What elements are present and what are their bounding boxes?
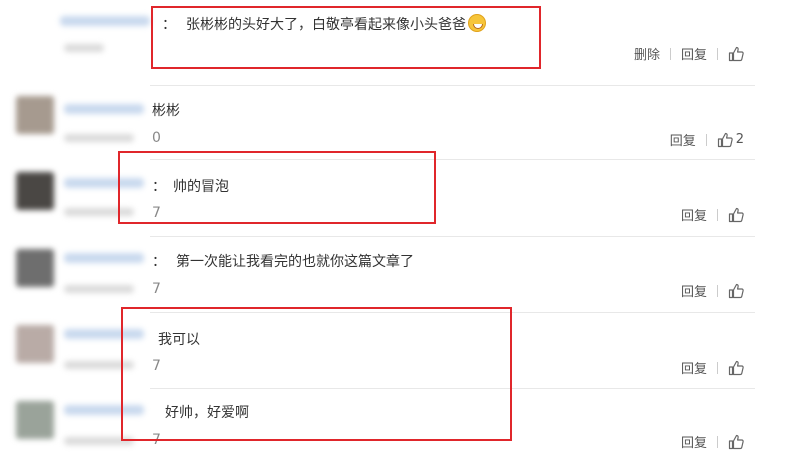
like-button[interactable] — [728, 360, 744, 376]
username-blurred — [60, 16, 150, 26]
thumbs-up-icon — [728, 46, 744, 61]
comment-item: 彬彬 0 回复 2 — [0, 86, 800, 159]
like-button[interactable] — [728, 434, 744, 450]
like-button[interactable] — [728, 207, 744, 223]
action-divider — [705, 133, 707, 146]
like-button[interactable] — [728, 46, 744, 62]
thumbs-up-icon — [728, 360, 744, 375]
username-fragment: 彬彬 — [152, 103, 180, 119]
like-button[interactable]: 2 — [717, 132, 744, 148]
thumbs-up-icon — [717, 132, 733, 147]
reply-button[interactable]: 回复 — [670, 130, 696, 149]
action-divider — [717, 47, 718, 60]
highlight-box — [151, 6, 541, 69]
avatar — [16, 401, 54, 439]
comment-actions: 回复 — [681, 432, 744, 451]
action-divider — [717, 435, 718, 448]
timestamp-fragment: 0 — [152, 130, 161, 146]
action-divider — [717, 208, 718, 221]
comment-actions: 回复 — [681, 205, 744, 224]
action-divider — [717, 284, 718, 297]
timestamp-blurred — [64, 285, 134, 293]
thumbs-up-icon — [728, 283, 744, 298]
timestamp-fragment: 7 — [152, 281, 161, 297]
avatar — [16, 249, 54, 287]
reply-button[interactable]: 回复 — [681, 358, 707, 377]
action-divider — [717, 361, 718, 374]
timestamp-blurred — [64, 44, 104, 52]
like-button[interactable] — [728, 283, 744, 299]
reply-button[interactable]: 回复 — [681, 205, 707, 224]
action-divider — [669, 47, 671, 60]
thumbs-up-icon — [728, 207, 744, 222]
reply-button[interactable]: 回复 — [681, 432, 707, 451]
comment-item: ： 第一次能让我看完的也就你这篇文章了 7 回复 — [0, 237, 800, 312]
comment-actions: 删除 回复 — [634, 44, 744, 63]
avatar — [16, 172, 54, 210]
highlight-box — [121, 307, 512, 441]
like-count: 2 — [735, 132, 744, 147]
username-blurred — [64, 104, 144, 114]
delete-button[interactable]: 删除 — [634, 44, 660, 63]
avatar — [16, 325, 54, 363]
reply-button[interactable]: 回复 — [681, 281, 707, 300]
reply-button[interactable]: 回复 — [681, 44, 707, 63]
thumbs-up-icon — [728, 434, 744, 449]
username-fragment: ： — [152, 254, 166, 270]
comment-actions: 回复 — [681, 358, 744, 377]
comment-text: 第一次能让我看完的也就你这篇文章了 — [176, 254, 414, 270]
comment-actions: 回复 2 — [670, 130, 744, 149]
username-blurred — [64, 253, 144, 263]
timestamp-blurred — [64, 134, 134, 142]
highlight-box — [118, 151, 436, 224]
comment-actions: 回复 — [681, 281, 744, 300]
avatar — [16, 96, 54, 134]
